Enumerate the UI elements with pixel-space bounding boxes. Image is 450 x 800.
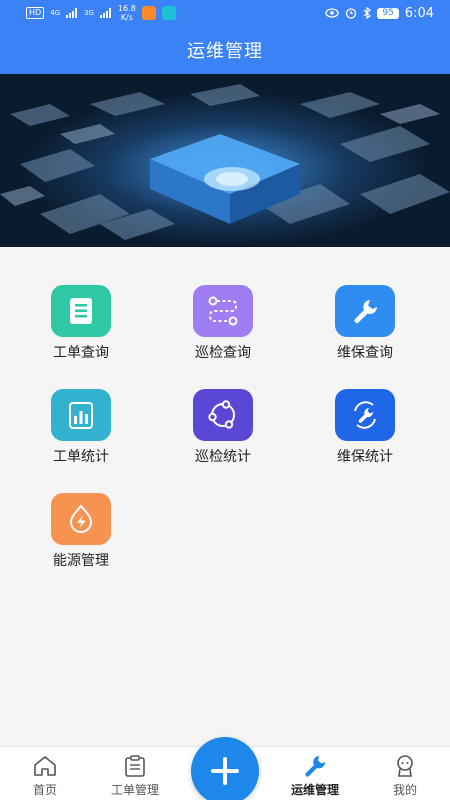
plus-icon: [211, 757, 239, 785]
status-bar: HD 4G 3G 16.8 K/s 95 6:04: [0, 0, 450, 26]
network-speed: 16.8 K/s: [118, 4, 136, 22]
menu-item-maintenance-stats[interactable]: 维保统计: [315, 389, 415, 479]
tab-home[interactable]: 首页: [0, 753, 90, 798]
menu-item-workorder-stats[interactable]: 工单统计: [31, 389, 131, 479]
banner-image: [0, 74, 450, 247]
app-notification-icon: [141, 6, 156, 20]
clock: 6:04: [404, 5, 434, 21]
user-icon: [391, 753, 419, 779]
menu-item-workorder-query[interactable]: 工单查询: [31, 285, 131, 375]
tab-workorder-management[interactable]: 工单管理: [90, 753, 180, 798]
signal-2-label: 3G: [84, 9, 94, 17]
tab-mine[interactable]: 我的: [360, 753, 450, 798]
speed-unit: K/s: [120, 13, 133, 22]
energy-bolt-icon: [51, 493, 111, 545]
menu-item-label: 巡检统计: [195, 449, 251, 465]
document-list-icon: [51, 285, 111, 337]
bluetooth-icon: [363, 7, 372, 19]
speed-value: 16.8: [117, 4, 136, 13]
menu-item-energy-management[interactable]: 能源管理: [31, 493, 131, 583]
wrench-icon: [335, 285, 395, 337]
signal-icon: [99, 8, 111, 18]
tab-label: 我的: [392, 783, 417, 797]
tab-label: 工单管理: [110, 783, 159, 797]
alarm-icon: [346, 8, 357, 19]
tab-operations-management[interactable]: 运维管理: [270, 753, 360, 798]
home-icon: [31, 753, 59, 779]
menu-item-label: 能源管理: [53, 553, 109, 569]
menu-grid: 工单查询 巡检查询 维保查询 工单统计 巡检统计 维保统计 能源管理: [0, 247, 450, 747]
status-left: HD 4G 3G 16.8 K/s: [26, 4, 176, 22]
menu-item-label: 工单统计: [53, 449, 109, 465]
share-nodes-icon: [193, 389, 253, 441]
menu-item-label: 维保统计: [337, 449, 393, 465]
tab-label: 首页: [32, 783, 57, 797]
tab-label: 运维管理: [290, 783, 339, 797]
menu-item-label: 工单查询: [53, 345, 109, 361]
city-aerial-illustration: [0, 74, 450, 247]
menu-item-maintenance-query[interactable]: 维保查询: [315, 285, 415, 375]
clipboard-icon: [121, 753, 149, 779]
wrench-icon: [301, 753, 329, 779]
bar-chart-icon: [51, 389, 111, 441]
wrench-circle-icon: [335, 389, 395, 441]
signal-1-label: 4G: [50, 9, 61, 17]
network-badge: HD: [26, 7, 45, 19]
menu-item-inspection-query[interactable]: 巡检查询: [173, 285, 273, 375]
battery-indicator: 95: [377, 7, 399, 19]
bottom-tab-bar: 首页 工单管理 运维管理 我的: [0, 737, 450, 800]
title-bar: 运维管理: [0, 26, 450, 74]
signal-icon: [66, 8, 78, 18]
app-notification-icon: [161, 6, 176, 20]
menu-item-label: 维保查询: [337, 345, 393, 361]
add-button[interactable]: [191, 737, 259, 800]
route-path-icon: [193, 285, 253, 337]
status-right: 95 6:04: [325, 6, 434, 21]
page-title: 运维管理: [187, 41, 263, 62]
menu-item-inspection-stats[interactable]: 巡检统计: [173, 389, 273, 479]
eye-icon: [325, 8, 339, 18]
menu-item-label: 巡检查询: [195, 345, 251, 361]
